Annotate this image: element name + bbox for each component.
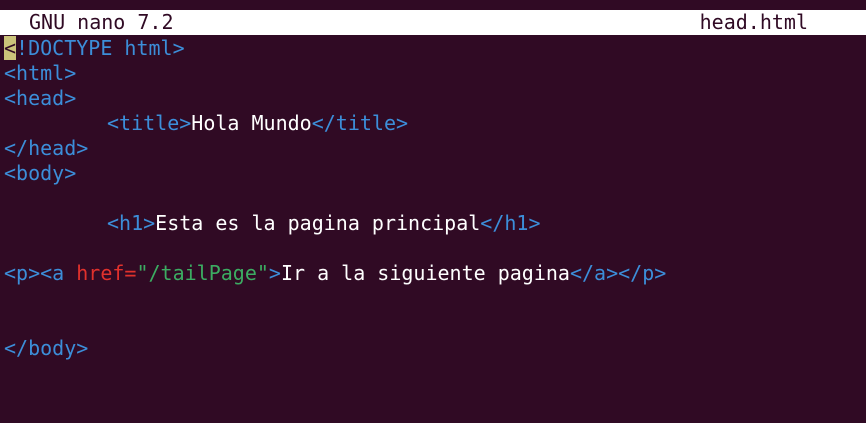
code-line-10[interactable]: <p><a href="/tailPage">Ir a la siguiente… bbox=[4, 261, 864, 286]
code-line-1[interactable]: <!DOCTYPE html> bbox=[4, 36, 864, 61]
body-open-tag: <body> bbox=[4, 161, 77, 185]
a-p-close-tag: </a></p> bbox=[569, 261, 667, 285]
title-close-tag: </title> bbox=[311, 111, 409, 135]
href-value: "/tailPage" bbox=[136, 261, 269, 285]
nano-title-bar: GNU nano 7.2 head.html bbox=[0, 10, 866, 35]
code-line-7[interactable] bbox=[4, 186, 864, 211]
link-content: Ir a la siguiente pagina bbox=[280, 261, 570, 285]
code-line-13[interactable]: </body> bbox=[4, 336, 864, 361]
head-open-tag: <head> bbox=[4, 86, 77, 110]
code-line-8[interactable]: <h1>Esta es la pagina principal</h1> bbox=[4, 211, 864, 236]
body-close-tag: </body> bbox=[4, 336, 89, 360]
h1-open-tag: <h1> bbox=[107, 211, 156, 235]
href-attribute: href= bbox=[76, 261, 137, 285]
code-line-2[interactable]: <html> bbox=[4, 61, 864, 86]
a-tag-end: > bbox=[268, 261, 281, 285]
code-line-11[interactable] bbox=[4, 286, 864, 311]
code-line-9[interactable] bbox=[4, 236, 864, 261]
head-close-tag: </head> bbox=[4, 136, 89, 160]
title-content: Hola Mundo bbox=[191, 111, 312, 135]
code-line-5[interactable]: </head> bbox=[4, 136, 864, 161]
code-line-12[interactable] bbox=[4, 311, 864, 336]
p-a-open-tag: <p><a bbox=[4, 261, 77, 285]
code-line-4[interactable]: <title>Hola Mundo</title> bbox=[4, 111, 864, 136]
code-line-6[interactable]: <body> bbox=[4, 161, 864, 186]
text-cursor: < bbox=[4, 36, 17, 60]
code-line-3[interactable]: <head> bbox=[4, 86, 864, 111]
html-open-tag: <html> bbox=[4, 61, 77, 85]
h1-close-tag: </h1> bbox=[480, 211, 541, 235]
editor-app-name: GNU nano 7.2 bbox=[29, 10, 174, 34]
title-open-tag: <title> bbox=[107, 111, 192, 135]
editor-file-name: head.html bbox=[699, 10, 808, 34]
h1-content: Esta es la pagina principal bbox=[155, 211, 481, 235]
editor-text-area[interactable]: <!DOCTYPE html> <html> <head> <title>Hol… bbox=[4, 36, 864, 361]
doctype-text: !DOCTYPE html> bbox=[16, 36, 185, 60]
